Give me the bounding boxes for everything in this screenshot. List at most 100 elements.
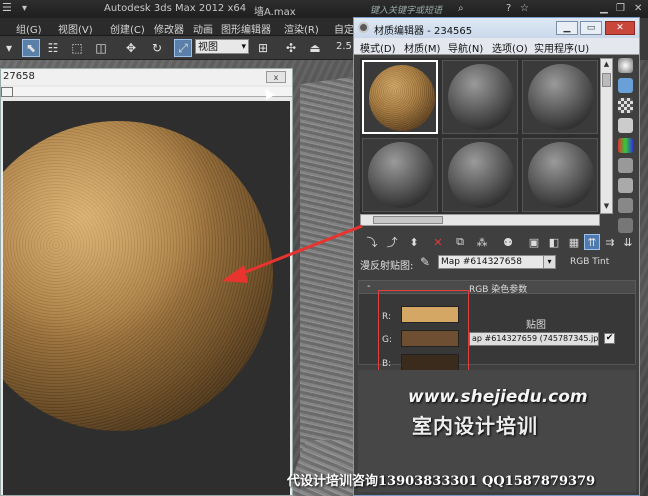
reset-map-icon[interactable]: ✕ <box>430 234 446 250</box>
material-sphere-preview <box>3 121 273 431</box>
make-preview-icon[interactable] <box>618 158 633 173</box>
app-title: Autodesk 3ds Max 2012 x64 <box>104 3 247 14</box>
select-by-material-icon[interactable] <box>618 198 633 213</box>
map-name-select[interactable]: Map #614327658 ▾ <box>438 255 556 269</box>
sample-slot-4[interactable] <box>362 138 438 212</box>
menu-customize[interactable]: 自定 <box>334 21 354 36</box>
material-editor-menubar: 模式(D) 材质(M) 导航(N) 选项(O) 实用程序(U) <box>354 38 639 55</box>
menu-group[interactable]: 组(G) <box>16 21 42 36</box>
channel-toggle[interactable] <box>1 87 13 97</box>
scroll-thumb[interactable] <box>602 73 611 87</box>
maximize-button[interactable]: ▭ <box>580 21 602 35</box>
scroll-thumb[interactable] <box>373 216 443 224</box>
material-editor-titlebar: 材质编辑器 - 234565 ▁ ▭ ✕ <box>354 18 639 38</box>
background-icon[interactable] <box>618 98 633 113</box>
backlight-icon[interactable] <box>618 78 633 93</box>
restore-button[interactable]: ❐ <box>616 3 625 14</box>
go-forward-to-sibling-icon[interactable]: ⇉ <box>602 234 618 250</box>
pivot-icon[interactable]: ⊞ <box>254 39 272 57</box>
diffuse-map-label: 漫反射贴图: <box>360 261 414 272</box>
go-to-parent-icon[interactable]: ⇈ <box>584 234 600 250</box>
close-button[interactable]: ✕ <box>605 21 635 35</box>
map-group-label: 贴图 <box>526 320 546 331</box>
menu-rendering[interactable]: 渲染(R) <box>284 21 319 36</box>
get-material-icon[interactable]: ⤵ <box>364 234 380 250</box>
rollout-title: RGB 染色参数 <box>469 285 528 295</box>
menu-utilities[interactable]: 实用程序(U) <box>534 40 589 55</box>
watermark-site: www.shejiedu.com <box>408 387 588 407</box>
file-name: 墙A.max <box>254 7 296 18</box>
slots-horizontal-scrollbar[interactable] <box>360 214 600 226</box>
select-by-name-icon[interactable]: ☷ <box>44 39 62 57</box>
go-to-child-icon[interactable]: ⇊ <box>620 234 636 250</box>
copy-material-icon[interactable]: ⧉ <box>452 234 468 250</box>
map-button[interactable]: ap #614327659 (745787345.jpg) <box>469 332 599 346</box>
sample-slot-3[interactable] <box>522 60 598 134</box>
app-menu-icon[interactable]: ☰ <box>2 1 12 14</box>
close-button[interactable]: ✕ <box>634 3 642 14</box>
sample-sphere <box>528 64 594 130</box>
scroll-down-icon[interactable]: ▼ <box>602 202 611 212</box>
make-unique-icon[interactable]: ⁂ <box>474 234 490 250</box>
snap-spinner[interactable]: 2.5 <box>336 41 352 52</box>
sample-type-icon[interactable] <box>618 58 633 73</box>
sample-slot-2[interactable] <box>442 60 518 134</box>
move-icon[interactable]: ✥ <box>122 39 140 57</box>
show-end-result-icon[interactable]: ▦ <box>566 234 582 250</box>
close-icon[interactable]: x <box>266 71 286 83</box>
menu-graph-editors[interactable]: 图形编辑器 <box>221 21 271 36</box>
scale-icon[interactable]: ⤢ <box>174 39 192 57</box>
sample-slot-1[interactable] <box>362 60 438 134</box>
sample-slot-6[interactable] <box>522 138 598 212</box>
sample-slots <box>360 58 600 214</box>
star-icon[interactable]: ☆ <box>520 3 529 14</box>
eyedropper-icon[interactable]: ✎ <box>420 255 430 269</box>
search-input[interactable]: 键入关键字或短语 <box>370 3 442 16</box>
options-icon[interactable] <box>618 178 633 193</box>
scroll-up-icon[interactable]: ▲ <box>602 60 611 70</box>
quick-access-dropdown[interactable]: ▾ <box>22 3 27 14</box>
menu-animation[interactable]: 动画 <box>193 21 213 36</box>
map-type-button[interactable]: RGB Tint <box>570 257 609 267</box>
watermark-contact: 代设计培训咨询13903833301 QQ1587879379 <box>287 474 596 489</box>
window-crossing-icon[interactable]: ◫ <box>92 39 110 57</box>
collapse-icon[interactable]: - <box>367 281 371 292</box>
minimize-button[interactable]: ▁ <box>600 3 608 14</box>
reference-coordinate-select[interactable]: 视图 <box>195 39 249 55</box>
menu-navigation[interactable]: 导航(N) <box>448 40 483 55</box>
material-id-channel-icon[interactable]: ▣ <box>526 234 542 250</box>
preview-title: 27658 <box>3 71 35 82</box>
main-menubar: 组(G) 视图(V) 创建(C) 修改器 动画 图形编辑器 渲染(R) 自定 <box>0 18 356 36</box>
video-color-check-icon[interactable] <box>618 138 633 153</box>
search-icon[interactable]: ⌕ <box>458 3 464 14</box>
help-icon[interactable]: ? <box>506 3 511 14</box>
menu-options[interactable]: 选项(O) <box>492 40 528 55</box>
minimize-button[interactable]: ▁ <box>556 21 578 35</box>
material-map-navigator-icon[interactable] <box>618 218 633 233</box>
map-name-row: 漫反射贴图: ✎ Map #614327658 ▾ RGB Tint <box>358 254 638 272</box>
map-enable-checkbox[interactable]: ✔ <box>604 333 615 344</box>
rect-select-icon[interactable]: ⬚ <box>68 39 86 57</box>
menu-create[interactable]: 创建(C) <box>110 21 145 36</box>
select-manipulate-icon[interactable]: ✣ <box>282 39 300 57</box>
material-editor-title: 材质编辑器 - 234565 <box>374 26 473 37</box>
rotate-icon[interactable]: ↻ <box>148 39 166 57</box>
sample-uv-tiling-icon[interactable] <box>618 118 633 133</box>
put-to-library-icon[interactable]: ⚉ <box>500 234 516 250</box>
menu-modifiers[interactable]: 修改器 <box>154 21 184 36</box>
keyboard-shortcut-icon[interactable]: ⏏ <box>306 39 324 57</box>
preview-canvas <box>3 101 290 495</box>
menu-modes[interactable]: 模式(D) <box>360 40 396 55</box>
main-toolbar: ▾ ⬉ ☷ ⬚ ◫ ✥ ↻ ⤢ ⊞ ✣ ⏏ <box>0 36 356 60</box>
show-map-in-viewport-icon[interactable]: ◧ <box>546 234 562 250</box>
map-name-value: Map #614327658 <box>441 257 522 267</box>
sample-slot-5[interactable] <box>442 138 518 212</box>
undo-dropdown[interactable]: ▾ <box>0 39 18 57</box>
menu-material[interactable]: 材质(M) <box>404 40 440 55</box>
chevron-down-icon[interactable]: ▾ <box>543 256 555 268</box>
slots-vertical-scrollbar[interactable]: ▲ ▼ <box>600 58 613 214</box>
put-to-scene-icon[interactable]: ⤴ <box>384 234 400 250</box>
select-object-icon[interactable]: ⬉ <box>22 39 40 57</box>
assign-to-selection-icon[interactable]: ⬍ <box>406 234 422 250</box>
menu-views[interactable]: 视图(V) <box>58 21 93 36</box>
